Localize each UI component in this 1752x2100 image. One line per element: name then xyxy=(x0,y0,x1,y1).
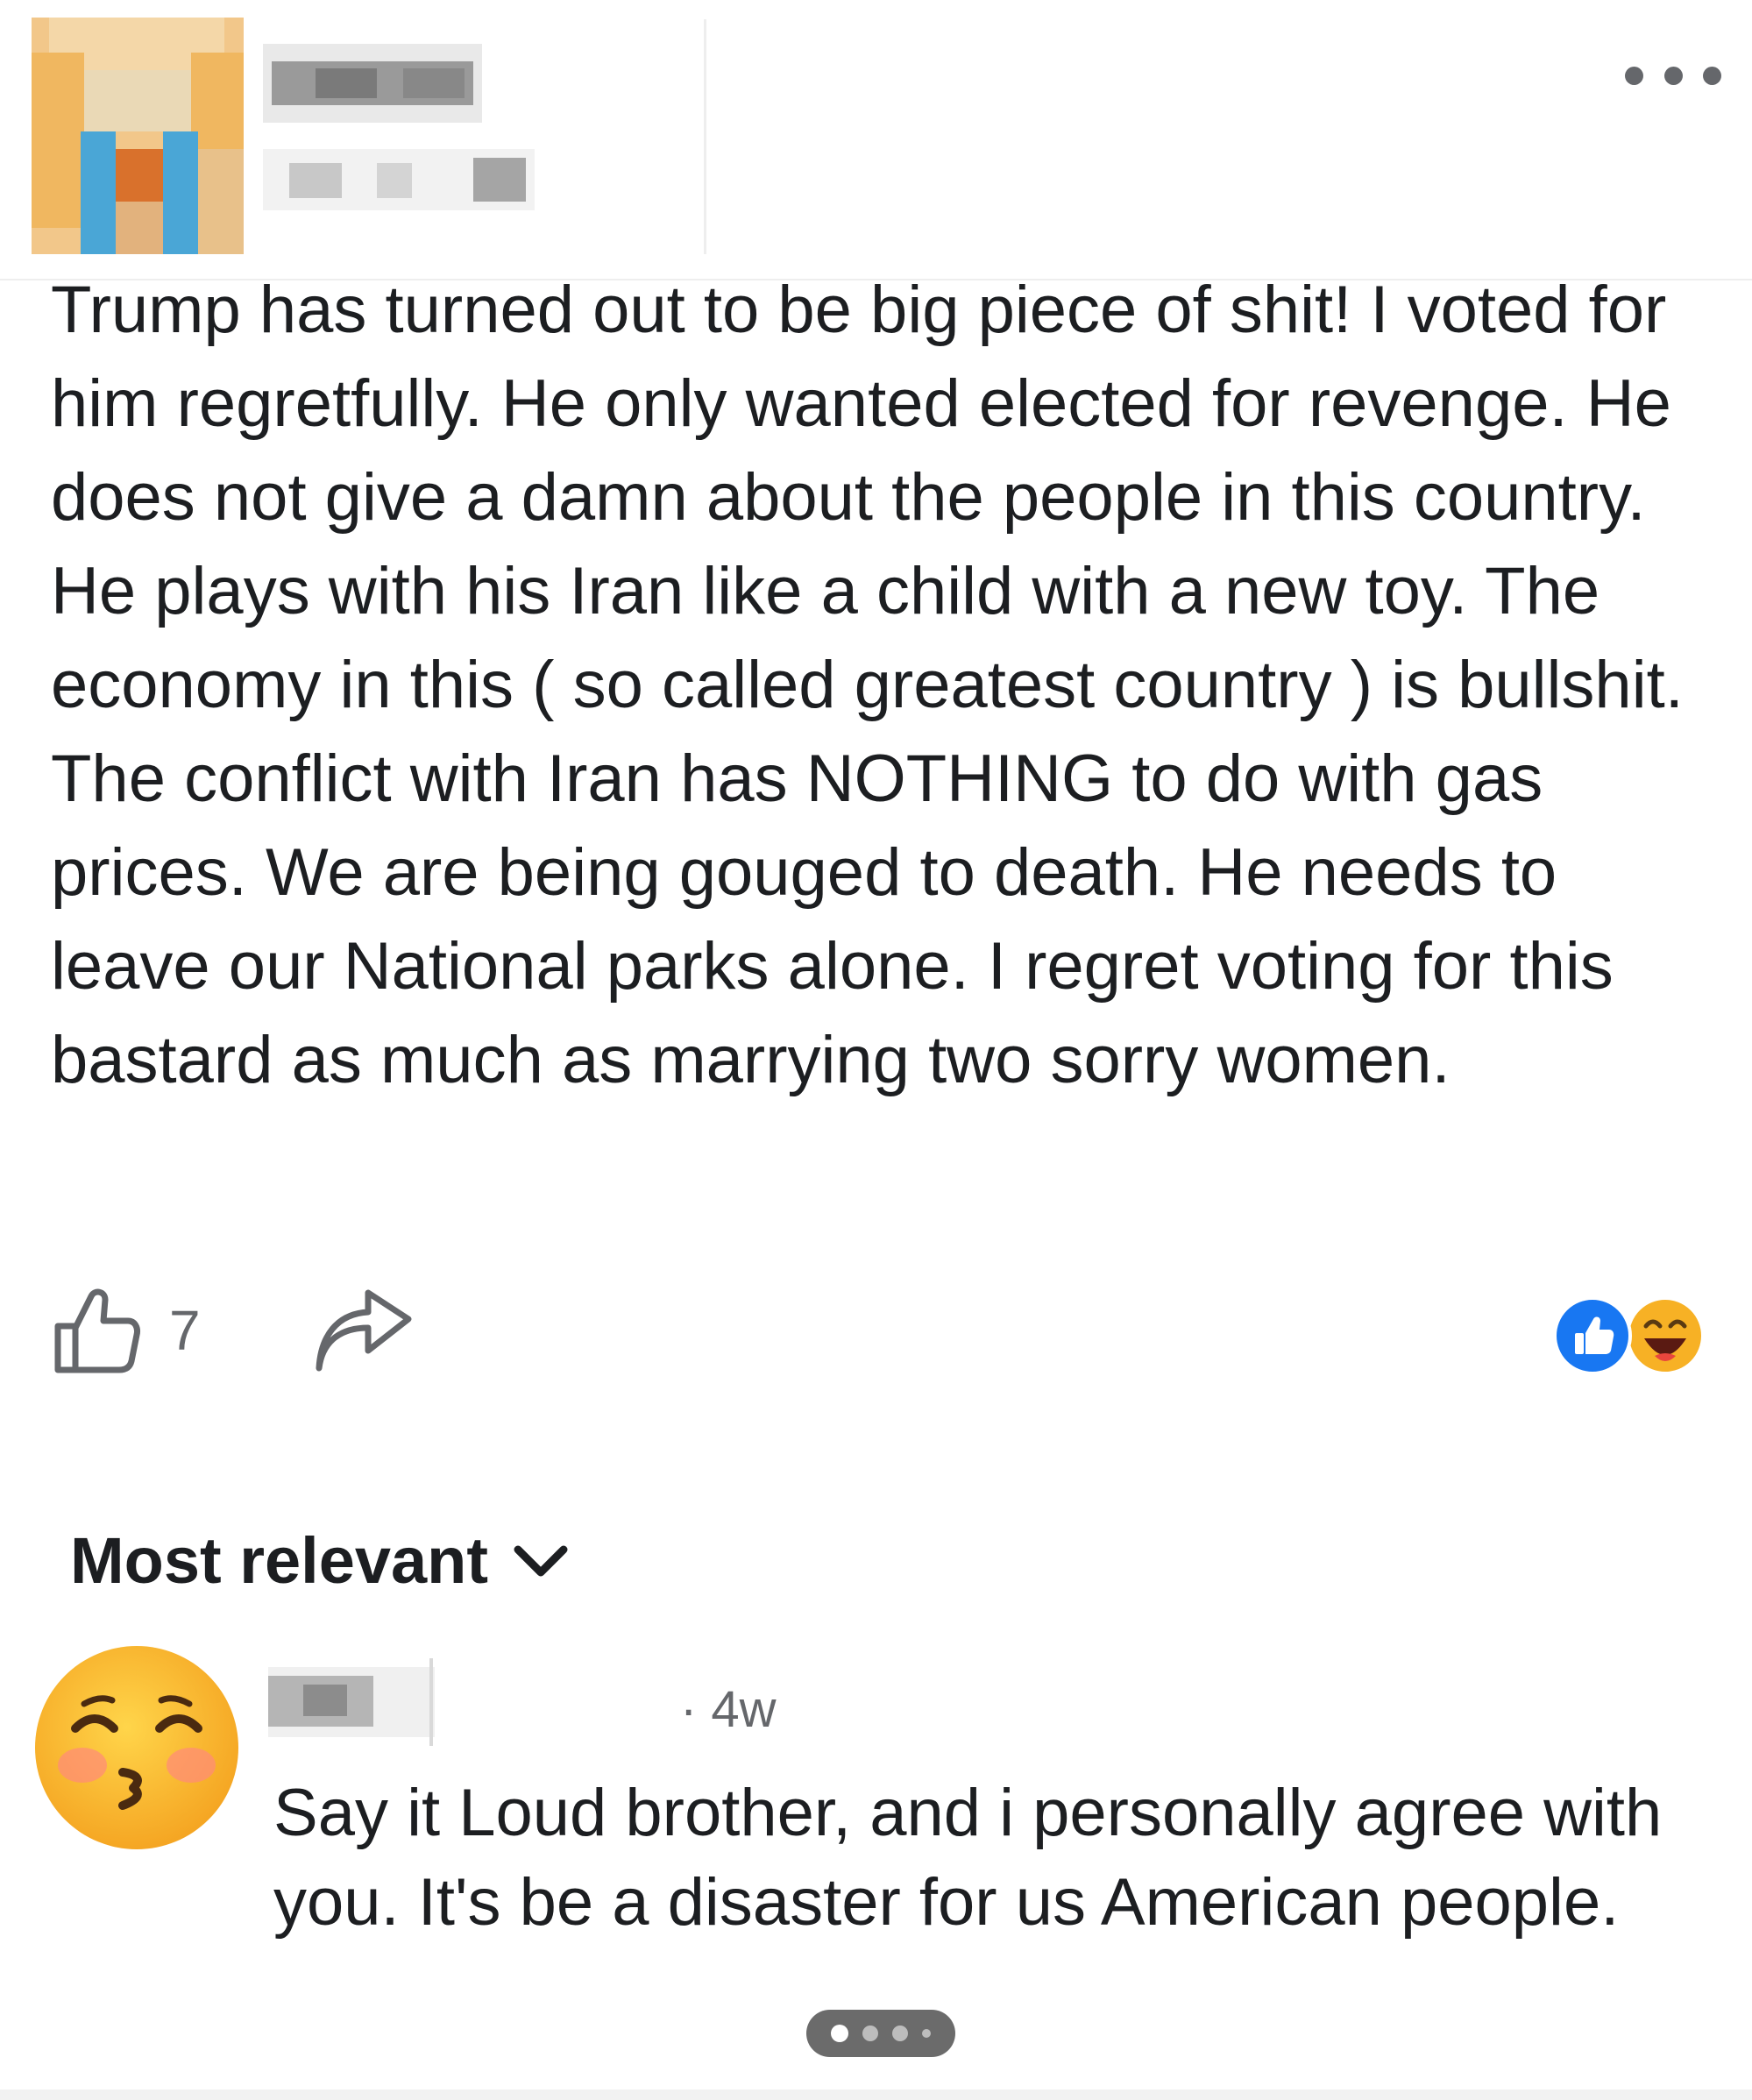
comment-text: Say it Loud brother, and i personally ag… xyxy=(273,1776,1663,1940)
header-divider xyxy=(704,19,706,254)
post-text: Trump has turned out to be big piece of … xyxy=(51,273,1684,1097)
chevron-down-icon xyxy=(514,1545,568,1576)
like-reaction-icon xyxy=(1553,1296,1632,1375)
page-indicator xyxy=(806,2010,955,2057)
author-avatar[interactable] xyxy=(32,18,244,254)
share-arrow-icon[interactable] xyxy=(312,1288,415,1375)
bottom-divider xyxy=(0,2089,1752,2100)
kissing-blushing-face-icon[interactable] xyxy=(32,1642,242,1853)
more-options-icon xyxy=(1625,66,1643,85)
sort-label: Most relevant xyxy=(70,1524,489,1597)
post-action-bar: 7 xyxy=(51,1284,1707,1380)
more-options-button[interactable] xyxy=(1625,58,1721,93)
post-timestamp xyxy=(263,149,535,210)
comment-timestamp: · 4w xyxy=(680,1681,777,1738)
haha-reaction-icon xyxy=(1626,1296,1705,1375)
reactions-summary[interactable] xyxy=(1551,1295,1709,1377)
commenter-name[interactable] xyxy=(268,1658,435,1746)
comments-sort-button[interactable]: Most relevant xyxy=(70,1523,571,1598)
author-name[interactable] xyxy=(263,44,482,123)
thumbs-up-outline-icon[interactable] xyxy=(51,1284,142,1375)
like-count: 7 xyxy=(169,1299,201,1362)
post-header xyxy=(0,0,1752,280)
